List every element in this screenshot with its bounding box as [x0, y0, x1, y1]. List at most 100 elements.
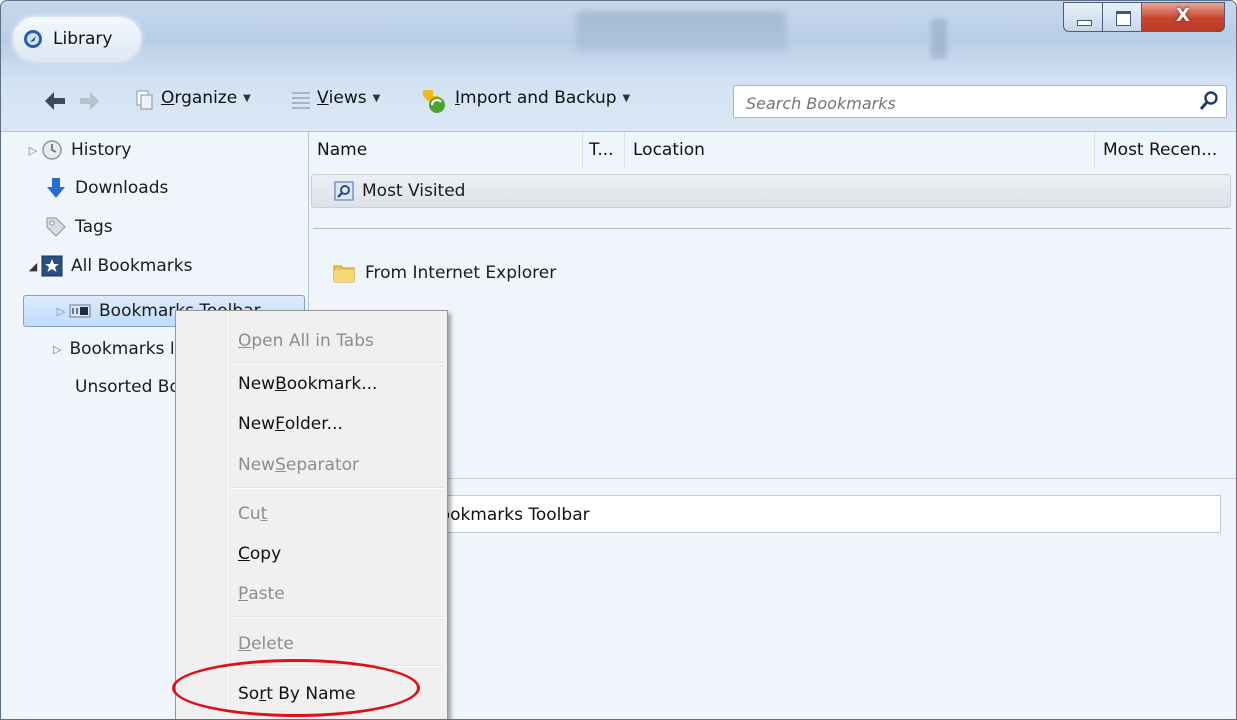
- organize-menu-button[interactable]: Organize ▼: [161, 85, 251, 111]
- menu-label-post: ookmark...: [286, 374, 378, 394]
- menu-item-open-all-in-tabs[interactable]: Open All in Tabs: [238, 328, 374, 354]
- search-icon[interactable]: [1198, 90, 1220, 112]
- menu-label-key: t: [260, 504, 268, 524]
- menu-gutter: [226, 313, 228, 717]
- bookmarks-list-pane: Name T... Location Most Recen... Most Vi…: [309, 131, 1236, 719]
- back-arrow-icon[interactable]: [43, 91, 67, 111]
- menu-label-post: aste: [248, 584, 285, 604]
- sidebar-item-history[interactable]: ▷ History: [25, 135, 132, 165]
- column-header-tags[interactable]: T...: [583, 132, 625, 168]
- organize-label-key: O: [161, 88, 175, 108]
- sidebar-item-label: Downloads: [75, 178, 169, 198]
- menu-label-key: S: [275, 455, 286, 475]
- minimize-icon: [1077, 20, 1092, 26]
- forward-arrow-icon[interactable]: [79, 91, 101, 111]
- table-row[interactable]: From Internet Explorer: [333, 258, 556, 288]
- views-icon: [292, 92, 310, 109]
- sidebar-item-unsorted-bookmarks[interactable]: Unsorted Bookmarks: [67, 372, 175, 402]
- organize-icon: [136, 90, 153, 110]
- clock-icon: [42, 140, 62, 160]
- menu-label-key: C: [238, 544, 250, 564]
- menu-label-key: P: [238, 584, 249, 604]
- search-input[interactable]: [744, 90, 1178, 116]
- menu-label-post: older...: [284, 414, 343, 434]
- sidebar-item-bookmarks-menu[interactable]: ▷ Bookmarks Menu: [53, 334, 173, 364]
- sidebar-item-label: Tags: [75, 217, 113, 237]
- menu-label-pre: So: [238, 684, 260, 704]
- firefox-icon: [24, 30, 42, 48]
- menu-label-key: O: [238, 331, 252, 351]
- name-field[interactable]: [419, 495, 1221, 533]
- chevron-down-icon: ▼: [622, 92, 631, 104]
- chevron-down-icon: ▼: [372, 92, 381, 104]
- import-backup-menu-button[interactable]: Import and Backup ▼: [455, 85, 630, 111]
- sidebar-item-tags[interactable]: Tags: [45, 212, 113, 242]
- download-arrow-icon: [47, 178, 65, 198]
- import-backup-icon: [423, 90, 445, 113]
- sidebar-item-label: History: [71, 140, 132, 160]
- sidebar-item-all-bookmarks[interactable]: ◢ All Bookmarks: [25, 251, 192, 281]
- toolbar-folder-icon: [69, 304, 91, 318]
- column-header-label: Location: [633, 140, 705, 160]
- menu-label-post: opy: [249, 544, 282, 564]
- minimize-button[interactable]: [1063, 2, 1103, 32]
- menu-item-delete[interactable]: Delete: [238, 631, 294, 657]
- background-window-blur: [576, 11, 786, 53]
- menu-label-post: eparator: [285, 455, 360, 475]
- name-input[interactable]: [426, 502, 1210, 528]
- import-backup-label-post: mport and Backup: [460, 88, 617, 108]
- menu-separator: [230, 362, 444, 364]
- context-menu: Open All in Tabs New Bookmark... New Fol…: [175, 310, 448, 719]
- sidebar-item-label: Bookmarks Menu: [69, 339, 173, 359]
- views-menu-button[interactable]: Views ▼: [317, 85, 380, 111]
- close-button[interactable]: X: [1141, 2, 1225, 32]
- expand-triangle-icon[interactable]: ▷: [53, 305, 69, 318]
- separator-row[interactable]: [313, 228, 1231, 229]
- bookmarks-star-icon: [41, 255, 63, 277]
- smart-folder-icon: [334, 181, 354, 201]
- expand-triangle-icon[interactable]: ▷: [53, 343, 61, 356]
- menu-item-new-separator[interactable]: New Separator: [238, 452, 359, 478]
- menu-item-paste[interactable]: Paste: [238, 581, 285, 607]
- column-header-label: T...: [589, 140, 614, 160]
- collapse-triangle-icon[interactable]: ◢: [25, 260, 41, 273]
- column-header-name[interactable]: Name: [309, 132, 583, 168]
- column-header-label: Name: [317, 140, 368, 160]
- chevron-down-icon: ▼: [243, 92, 251, 104]
- sidebar-item-label: Unsorted Bookmarks: [75, 377, 175, 397]
- maximize-icon: [1116, 11, 1131, 26]
- menu-label-key: F: [275, 414, 285, 434]
- menu-item-copy[interactable]: Copy: [238, 541, 281, 567]
- menu-label-post: elete: [251, 634, 294, 654]
- menu-item-new-bookmark[interactable]: New Bookmark...: [238, 371, 377, 397]
- views-label-post: iews: [328, 88, 367, 108]
- column-header-location[interactable]: Location: [625, 132, 1095, 168]
- menu-label-post: pen All in Tabs: [251, 331, 374, 351]
- column-header-label: Most Recen...: [1103, 140, 1218, 160]
- table-row[interactable]: Most Visited: [311, 174, 1231, 208]
- menu-item-new-folder[interactable]: New Folder...: [238, 411, 343, 437]
- close-icon: X: [1176, 5, 1190, 26]
- menu-label-post: t By Name: [266, 684, 356, 704]
- views-label-key: V: [317, 88, 329, 108]
- background-window-blur: [931, 19, 947, 59]
- tag-icon: [46, 217, 66, 237]
- library-window: Library X Organize ▼ Views ▼ I mport and…: [0, 0, 1237, 720]
- organize-label-post: rganize: [174, 88, 238, 108]
- menu-separator: [230, 616, 444, 618]
- sidebar-item-downloads[interactable]: Downloads: [45, 173, 168, 203]
- expand-triangle-icon[interactable]: ▷: [25, 144, 41, 157]
- menu-separator: [230, 665, 444, 667]
- search-box[interactable]: [733, 85, 1227, 118]
- maximize-button[interactable]: [1102, 2, 1142, 32]
- column-header-most-recent[interactable]: Most Recen...: [1095, 132, 1236, 168]
- row-name: Most Visited: [362, 181, 466, 201]
- menu-label-key: B: [275, 374, 287, 394]
- menu-label-key: r: [259, 684, 267, 704]
- menu-item-sort-by-name[interactable]: So r t By Name: [238, 681, 356, 707]
- menu-item-cut[interactable]: Cu t: [238, 501, 267, 527]
- menu-label-pre: New: [238, 414, 276, 434]
- row-name: From Internet Explorer: [365, 263, 557, 283]
- pane-splitter[interactable]: [309, 478, 1236, 479]
- menu-label-pre: New: [238, 455, 276, 475]
